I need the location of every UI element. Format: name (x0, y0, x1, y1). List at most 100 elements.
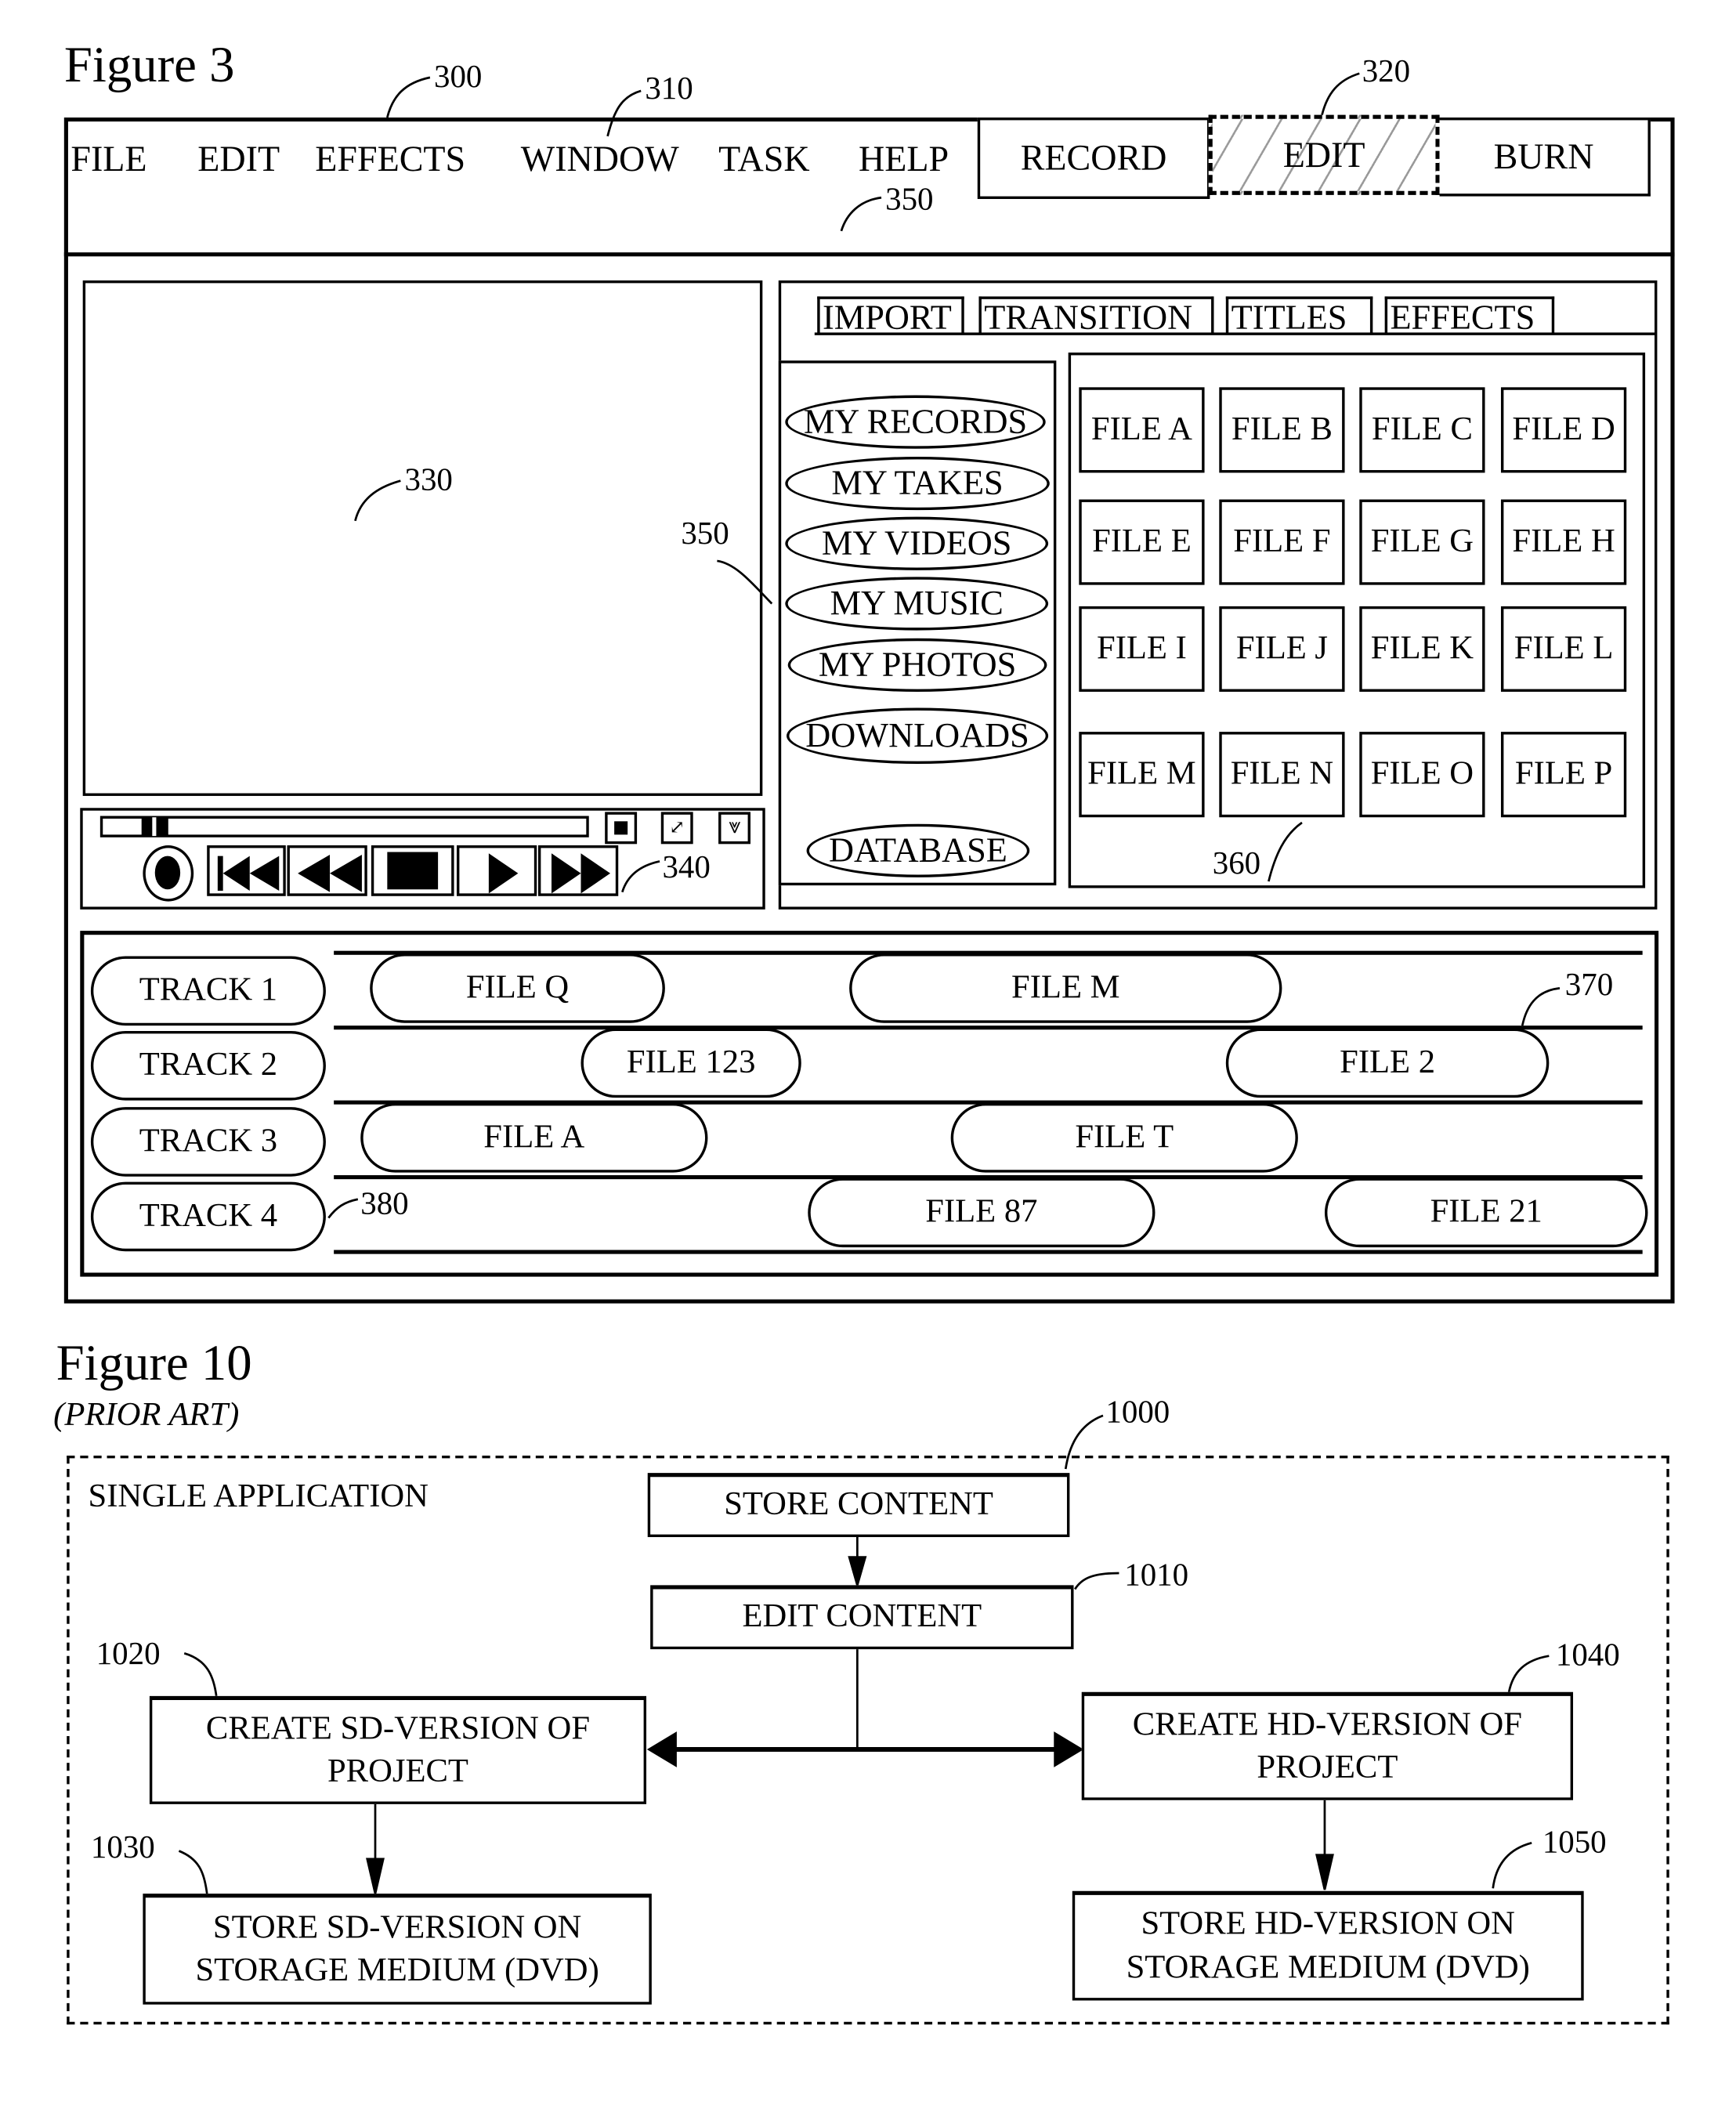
menu-window[interactable]: WINDOW (521, 141, 679, 178)
timeline-clip[interactable]: FILE 21 (1324, 1177, 1648, 1248)
rewind-icon (298, 854, 362, 892)
timeline-clip[interactable]: FILE 87 (808, 1177, 1156, 1248)
play-icon (488, 853, 519, 894)
mode-record-button[interactable]: RECORD (977, 118, 1210, 199)
step-store-sd: STORE SD-VERSION ON STORAGE MEDIUM (DVD) (143, 1894, 652, 2005)
mode-burn-button[interactable]: BURN (1439, 118, 1651, 197)
step-store-sd-line2: STORAGE MEDIUM (DVD) (195, 1952, 599, 1989)
stop-button[interactable] (371, 845, 454, 896)
step-create-hd-line2: PROJECT (1257, 1749, 1398, 1786)
file-tile[interactable]: FILE N (1219, 732, 1345, 818)
timeline-clip[interactable]: FILE 123 (580, 1028, 801, 1098)
ref-380: 380 (360, 1187, 409, 1222)
mode-edit-button[interactable]: EDIT (1208, 114, 1440, 195)
ref-1030: 1030 (90, 1831, 155, 1866)
file-tile[interactable]: FILE I (1079, 606, 1205, 692)
file-tile[interactable]: FILE A (1079, 387, 1205, 473)
menu-edit[interactable]: EDIT (197, 141, 280, 178)
timeline-clip[interactable]: FILE M (849, 953, 1282, 1023)
tab-import[interactable]: IMPORT (817, 296, 964, 336)
tab-transition[interactable]: TRANSITION (978, 296, 1214, 336)
file-tile[interactable]: FILE J (1219, 606, 1345, 692)
file-tile[interactable]: FILE C (1359, 387, 1485, 473)
step-create-sd-line2: PROJECT (327, 1753, 468, 1790)
mode-record-label: RECORD (1020, 137, 1167, 178)
file-tile[interactable]: FILE K (1359, 606, 1485, 692)
step-edit-content: EDIT CONTENT (650, 1585, 1074, 1650)
ref-1040: 1040 (1555, 1638, 1620, 1673)
track-label[interactable]: TRACK 3 (90, 1107, 326, 1177)
step-edit-content-text: EDIT CONTENT (742, 1598, 982, 1635)
file-tile[interactable]: FILE H (1500, 499, 1627, 585)
track-label[interactable]: TRACK 2 (90, 1030, 326, 1101)
patent-drawing-sheet: Figure 3 FILE EDIT EFFECTS WINDOW TASK H… (0, 0, 1736, 2109)
track-label[interactable]: TRACK 1 (90, 956, 326, 1026)
file-tile[interactable]: FILE D (1500, 387, 1627, 473)
ref-320: 320 (1362, 54, 1411, 90)
resize-icon[interactable]: ⤢ (660, 812, 693, 845)
file-tile[interactable]: FILE F (1219, 499, 1345, 585)
ref-1020: 1020 (96, 1637, 161, 1673)
track-label[interactable]: TRACK 4 (90, 1181, 326, 1252)
record-icon (154, 856, 181, 890)
file-tile[interactable]: FILE B (1219, 387, 1345, 473)
seek-bar[interactable] (99, 816, 589, 837)
seek-thumb[interactable] (141, 817, 168, 837)
step-create-sd-line1: CREATE SD-VERSION OF (205, 1709, 591, 1746)
file-tile[interactable]: FILE M (1079, 732, 1205, 818)
ref-350-top: 350 (885, 183, 934, 218)
tab-titles[interactable]: TITLES (1225, 296, 1373, 336)
menu-effects[interactable]: EFFECTS (315, 141, 465, 178)
figure-10-subtitle: (PRIOR ART) (53, 1397, 240, 1434)
ref-1010: 1010 (1124, 1558, 1189, 1594)
step-store-content-text: STORE CONTENT (724, 1486, 993, 1523)
skip-back-icon (217, 856, 280, 891)
nav-my-photos[interactable]: MY PHOTOS (787, 638, 1047, 692)
menu-file[interactable]: FILE (71, 141, 146, 178)
file-tile[interactable]: FILE O (1359, 732, 1485, 818)
tab-effects[interactable]: EFFECTS (1384, 296, 1555, 336)
container-label: SINGLE APPLICATION (88, 1478, 429, 1515)
video-preview[interactable] (82, 280, 763, 796)
ref-310: 310 (645, 72, 693, 107)
leader-300 (386, 76, 431, 118)
step-store-sd-line1: STORE SD-VERSION ON (212, 1908, 582, 1945)
nav-my-videos[interactable]: MY VIDEOS (785, 516, 1049, 570)
ref-340: 340 (662, 850, 711, 886)
timeline-clip[interactable]: FILE 2 (1225, 1028, 1550, 1098)
rewind-button[interactable] (287, 845, 367, 896)
mode-edit-label: EDIT (1282, 134, 1365, 175)
step-store-content: STORE CONTENT (647, 1473, 1070, 1537)
nav-database[interactable]: DATABASE (806, 823, 1030, 877)
timeline-clip[interactable]: FILE T (950, 1102, 1298, 1173)
toolbar-divider (63, 252, 1675, 257)
file-tile[interactable]: FILE P (1500, 732, 1627, 818)
menu-help[interactable]: HELP (859, 141, 949, 178)
skip-back-button[interactable] (207, 845, 286, 896)
leader-320 (1321, 72, 1360, 115)
fast-forward-button[interactable] (537, 845, 619, 896)
step-create-sd: CREATE SD-VERSION OF PROJECT (149, 1695, 647, 1804)
file-tile[interactable]: FILE G (1359, 499, 1485, 585)
play-button[interactable] (456, 845, 537, 896)
file-tile[interactable]: FILE L (1500, 606, 1627, 692)
dropdown-icon[interactable]: ⩔ (718, 812, 750, 845)
file-tile[interactable]: FILE E (1079, 499, 1205, 585)
ref-350: 350 (681, 516, 729, 552)
step-store-hd-line2: STORAGE MEDIUM (DVD) (1126, 1948, 1530, 1985)
step-store-hd: STORE HD-VERSION ON STORAGE MEDIUM (DVD) (1072, 1890, 1584, 2001)
figure-3-title: Figure 3 (63, 37, 235, 94)
ref-330: 330 (404, 463, 453, 498)
stop-small-icon[interactable] (605, 812, 638, 845)
record-button[interactable] (143, 845, 194, 902)
ref-370: 370 (1564, 968, 1614, 1004)
timeline-clip[interactable]: FILE Q (370, 953, 665, 1023)
step-store-hd-line1: STORE HD-VERSION ON (1141, 1905, 1515, 1942)
nav-my-music[interactable]: MY MUSIC (785, 577, 1049, 631)
menu-task[interactable]: TASK (718, 141, 809, 178)
nav-downloads[interactable]: DOWNLOADS (787, 707, 1049, 765)
nav-my-takes[interactable]: MY TAKES (785, 456, 1050, 511)
timeline-clip[interactable]: FILE A (360, 1102, 708, 1173)
nav-my-records[interactable]: MY RECORDS (785, 395, 1046, 449)
ref-300: 300 (433, 60, 483, 96)
